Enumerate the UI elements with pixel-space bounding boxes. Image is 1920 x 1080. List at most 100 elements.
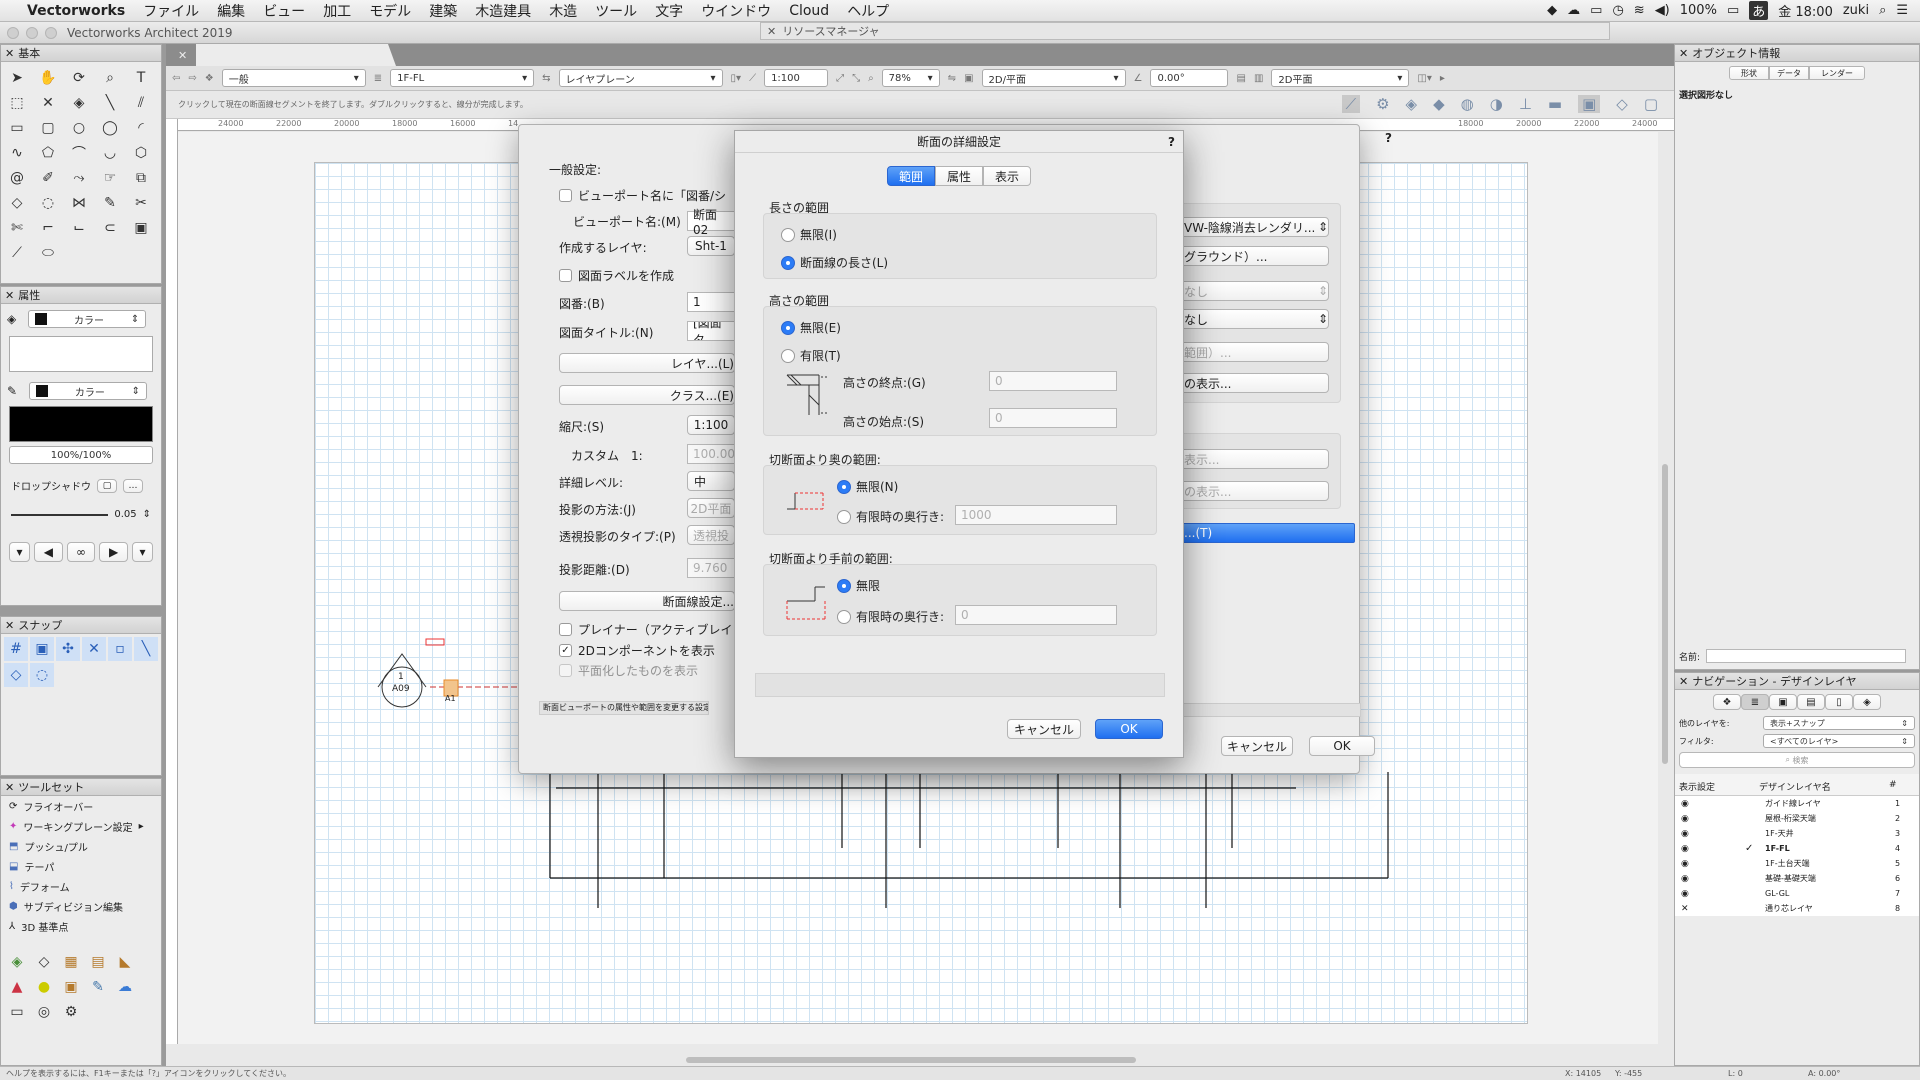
view-select[interactable]: 2D/平面 ▾ [981, 69, 1126, 87]
close-icon[interactable]: ✕ [5, 47, 14, 60]
layer-row[interactable]: ◉ GL-GL 7 [1675, 886, 1919, 901]
layer-row[interactable]: ◉ 1F-天井 3 [1675, 826, 1919, 841]
copy-icon[interactable]: ⧉ [129, 166, 153, 190]
snap-intersection-icon[interactable]: ✕ [82, 637, 106, 661]
tool-taper[interactable]: ⬓ テーパ [1, 856, 161, 876]
col-name[interactable]: デザインレイヤ名 [1759, 780, 1889, 793]
nav-layers-icon[interactable]: ≣ [1741, 694, 1769, 710]
battery-icon[interactable]: ▭ [1727, 3, 1739, 18]
angle-field[interactable]: 0.00° [1150, 69, 1229, 87]
app-menu[interactable]: Vectorworks [18, 3, 134, 19]
circle-icon[interactable]: ○ [67, 116, 91, 140]
menu-wood[interactable]: 木造 [540, 1, 586, 21]
height-infinite-row[interactable]: 無限(E) [781, 319, 841, 336]
close-icon[interactable]: ✕ [5, 289, 14, 302]
vp-name-field[interactable]: 断面02 [687, 208, 735, 237]
help-icon[interactable]: ? [1168, 135, 1175, 149]
cloud-shape-icon[interactable]: ☁ [113, 975, 137, 999]
close-window-icon[interactable] [7, 26, 19, 39]
layer-row[interactable]: ◉ 基礎-基礎天端 6 [1675, 871, 1919, 886]
split-icon[interactable]: ✄ [5, 216, 29, 240]
scale-field[interactable]: 1:100 [764, 69, 829, 87]
reshape-icon[interactable]: ⤳ [67, 166, 91, 190]
class-select[interactable]: 一般 ▾ [221, 69, 366, 87]
gear-icon[interactable]: ⚙ [59, 1000, 83, 1024]
tab-attributes[interactable]: 属性 [935, 166, 983, 186]
col-display[interactable]: 表示設定 [1679, 780, 1759, 793]
forward-arrow-icon[interactable]: ⇨ [188, 73, 196, 84]
perspective-type-select[interactable]: 透視投 [687, 525, 735, 545]
snap-surface-icon[interactable]: ◌ [30, 663, 54, 687]
zoom-window-icon[interactable] [45, 26, 57, 39]
arrow-right-icon[interactable]: ▶ [99, 542, 128, 562]
menu-architecture[interactable]: 建築 [420, 1, 466, 21]
drawing-number-field[interactable]: 1 [687, 292, 735, 312]
attribute-icon[interactable]: ☞ [98, 166, 122, 190]
none-select-2[interactable]: なし ⇕ [1179, 309, 1329, 329]
vp-name-checkbox[interactable] [559, 189, 572, 202]
spiral-icon[interactable]: @ [5, 166, 29, 190]
snap-distance-icon[interactable]: ▫ [108, 637, 132, 661]
wifi-icon[interactable]: ≋ [1634, 3, 1645, 18]
col-num[interactable]: # [1889, 780, 1897, 793]
layer-row[interactable]: ◉ ✓ 1F-FL 4 [1675, 841, 1919, 856]
arc-icon[interactable]: ◜ [129, 116, 153, 140]
tool-push-pull[interactable]: ⬒ プッシュ/プル [1, 836, 161, 856]
camera-icon[interactable]: ▣ [129, 216, 153, 240]
bucket-icon[interactable]: ◈ [67, 91, 91, 115]
image-icon[interactable]: ▣ [1578, 95, 1601, 113]
close-icon[interactable]: ✕ [1679, 47, 1688, 60]
freehand-icon[interactable]: ∿ [5, 141, 29, 165]
other-layers-select[interactable]: 表示+スナップ ⇕ [1763, 716, 1915, 730]
curve-icon[interactable]: ◡ [98, 141, 122, 165]
box-icon[interactable]: ▣ [59, 975, 83, 999]
planar-checkbox[interactable] [559, 623, 572, 636]
arrow-link-icon[interactable]: ∞ [66, 542, 96, 562]
plane-mode-icon[interactable]: ◈ [1406, 95, 1418, 113]
tool-working-plane[interactable]: ✦ ワーキングプレーン設定 ▸ [1, 816, 161, 836]
section-mode-icon[interactable]: ⟋ [1341, 95, 1361, 113]
eraser-icon[interactable]: ◇ [5, 191, 29, 215]
front-infinite-radio[interactable] [837, 578, 851, 593]
flattened-checkbox[interactable] [559, 664, 572, 677]
close-icon[interactable]: ✕ [767, 25, 776, 38]
offset-icon[interactable]: ◌ [36, 191, 60, 215]
tool-flyover[interactable]: ⟳ フライオーバー [1, 796, 161, 816]
eye-icon[interactable]: ◉ [1675, 814, 1745, 824]
site-model-icon[interactable]: ◈ [5, 950, 29, 974]
opacity-field[interactable]: 100%/100% [9, 446, 153, 464]
plane2-mode-icon[interactable]: ◆ [1433, 95, 1445, 113]
chamfer-icon[interactable]: ⌙ [67, 216, 91, 240]
landscape-icon[interactable]: ▲ [5, 975, 29, 999]
volume-icon[interactable]: ◀) [1655, 3, 1670, 18]
pen-preview[interactable] [9, 406, 153, 442]
filter-select[interactable]: <すべてのレイヤ> ⇕ [1763, 734, 1915, 748]
render-select[interactable]: 2D平面 ▾ [1271, 69, 1410, 87]
section-line-settings-button[interactable]: 断面線設定... [559, 591, 735, 611]
height-finite-radio[interactable] [781, 348, 795, 363]
flyover-icon[interactable]: ⟳ [67, 66, 91, 90]
menu-text[interactable]: 文字 [646, 1, 692, 21]
menu-file[interactable]: ファイル [134, 1, 208, 21]
layer-row[interactable]: ◉ 1F-土台天端 5 [1675, 856, 1919, 871]
layer-select[interactable]: 1F-FL ▾ [390, 69, 535, 87]
height-infinite-radio[interactable] [781, 320, 795, 335]
snap-tangent-icon[interactable]: ╲ [134, 637, 158, 661]
arrow-start-select[interactable]: ▾ [9, 542, 31, 562]
name-field[interactable] [1706, 649, 1907, 663]
resource-manager-tab[interactable]: ✕ リソースマネージャ [760, 22, 1610, 40]
settings-icon[interactable]: ⚙ [1376, 95, 1389, 113]
notification-icon[interactable]: ☰ [1896, 3, 1908, 18]
back-cancel-button[interactable]: キャンセル [1221, 736, 1293, 756]
back-infinite-radio[interactable] [837, 479, 851, 494]
text-icon[interactable]: T [129, 66, 153, 90]
horizontal-scrollbar[interactable] [686, 1057, 1136, 1063]
nav-classes-icon[interactable]: ❖ [1713, 694, 1741, 710]
page-icon[interactable]: ▯▾ [731, 73, 742, 84]
tab-shape[interactable]: 形状 [1729, 66, 1769, 80]
projection-distance-field[interactable]: 9.760 [687, 558, 735, 578]
pan-icon[interactable]: ✋ [36, 66, 60, 90]
selection-icon[interactable]: ➤ [5, 66, 29, 90]
advanced-settings-button[interactable]: ...(T) [1179, 523, 1355, 543]
wall-icon[interactable]: ▤ [86, 950, 110, 974]
